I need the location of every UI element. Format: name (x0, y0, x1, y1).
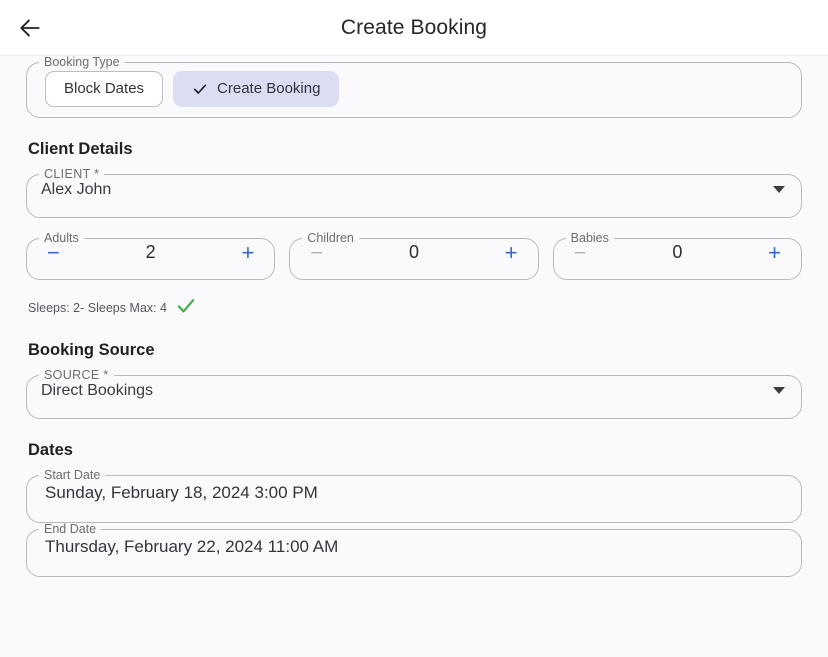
adults-decrement-button[interactable]: − (41, 240, 66, 266)
adults-stepper-inner: − 2 + (27, 236, 274, 271)
arrow-left-icon (17, 15, 43, 41)
babies-stepper: Babies − 0 + (552, 232, 802, 280)
booking-type-option-block-dates[interactable]: Block Dates (45, 70, 164, 107)
occupancy-steppers: Adults − 2 + Children − 0 + Babies − 0 + (26, 232, 802, 280)
end-date-label: End Date (44, 522, 97, 536)
source-select-field[interactable]: SOURCE * Direct Bookings (26, 369, 802, 419)
caret-down-icon (773, 186, 785, 194)
booking-source-heading: Booking Source (28, 341, 155, 359)
form-content: Booking Type Block Dates Create Booking … (0, 56, 828, 577)
check-icon (192, 81, 208, 97)
client-field-label: CLIENT * (44, 167, 100, 181)
client-select-field[interactable]: CLIENT * Alex John (26, 168, 802, 218)
start-date-field[interactable]: Start Date Sunday, February 18, 2024 3:0… (26, 469, 802, 523)
start-date-inner[interactable]: Sunday, February 18, 2024 3:00 PM (27, 473, 801, 514)
source-selected-value: Direct Bookings (41, 381, 154, 399)
adults-stepper: Adults − 2 + (26, 232, 276, 280)
children-stepper-inner: − 0 + (290, 236, 537, 271)
babies-decrement-button: − (568, 240, 593, 266)
children-increment-button[interactable]: + (499, 240, 524, 266)
source-select-inner[interactable]: Direct Bookings (27, 373, 801, 410)
sleeps-summary-text: Sleeps: 2- Sleeps Max: 4 (28, 300, 167, 315)
booking-type-options: Block Dates Create Booking (27, 65, 801, 114)
adults-value: 2 (145, 242, 156, 263)
source-field-label: SOURCE * (44, 368, 109, 382)
start-date-label: Start Date (44, 468, 101, 482)
page-title: Create Booking (340, 15, 488, 39)
dates-heading: Dates (28, 441, 73, 459)
children-stepper: Children − 0 + (289, 232, 539, 280)
children-value: 0 (408, 242, 419, 263)
booking-type-option-label: Block Dates (64, 80, 145, 98)
babies-stepper-inner: − 0 + (554, 236, 801, 271)
booking-type-option-label: Create Booking (217, 80, 321, 98)
booking-type-legend: Booking Type (44, 55, 120, 69)
sleeps-summary: Sleeps: 2- Sleeps Max: 4 (28, 296, 802, 319)
babies-increment-button[interactable]: + (762, 240, 787, 266)
booking-type-option-create-booking[interactable]: Create Booking (173, 70, 340, 107)
back-button[interactable] (8, 6, 52, 50)
booking-type-group: Booking Type Block Dates Create Booking (26, 56, 802, 118)
adults-increment-button[interactable]: + (235, 240, 260, 266)
client-select-inner[interactable]: Alex John (27, 172, 801, 209)
client-details-heading: Client Details (28, 140, 133, 158)
check-icon (176, 296, 196, 319)
client-selected-value: Alex John (41, 180, 112, 198)
babies-value: 0 (672, 242, 683, 263)
caret-down-icon (773, 387, 785, 395)
end-date-value: Thursday, February 22, 2024 11:00 AM (45, 536, 339, 556)
end-date-inner[interactable]: Thursday, February 22, 2024 11:00 AM (27, 527, 801, 568)
start-date-value: Sunday, February 18, 2024 3:00 PM (45, 482, 318, 502)
app-header: Create Booking (0, 0, 828, 56)
end-date-field[interactable]: End Date Thursday, February 22, 2024 11:… (26, 523, 802, 577)
children-decrement-button: − (304, 240, 329, 266)
